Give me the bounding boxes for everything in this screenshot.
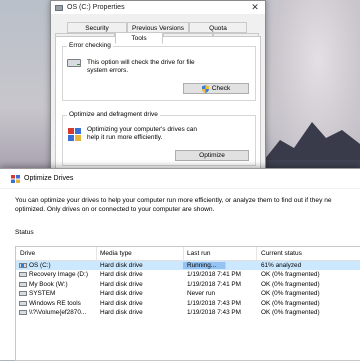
last-run: 1/19/2018 7:41 PM xyxy=(187,280,242,288)
table-row[interactable]: \\?\Volume{ef2870... Hard disk drive 1/19/… xyxy=(16,308,360,317)
column-divider[interactable] xyxy=(256,247,257,261)
windows-drive-icon xyxy=(19,263,27,268)
error-checking-heading: Error checking xyxy=(67,42,113,49)
column-divider[interactable] xyxy=(183,247,184,261)
drive-icon xyxy=(19,300,27,306)
media-type: Hard disk drive xyxy=(100,280,143,288)
drive-icon xyxy=(19,291,27,297)
tab-tools[interactable]: Tools xyxy=(115,32,163,44)
media-type: Hard disk drive xyxy=(100,262,143,269)
drive-name: SYSTEM xyxy=(29,290,56,298)
drive-name: My Book (W:) xyxy=(29,280,68,288)
description-line-1: You can optimize your drives to help you… xyxy=(15,197,332,204)
column-divider[interactable] xyxy=(96,247,97,261)
media-type: Hard disk drive xyxy=(100,308,143,316)
table-header: Drive Media type Last run Current status xyxy=(16,247,360,261)
media-type: Hard disk drive xyxy=(100,290,143,298)
tools-panel: Error checking This option will check th… xyxy=(55,36,261,169)
table-row[interactable]: OS (C:) Hard disk drive Running... 61% anal… xyxy=(16,261,360,271)
table-row[interactable]: SYSTEM Hard disk drive Never run OK (0% fra… xyxy=(16,289,360,298)
optimize-drives-window: Optimize Drives You can optimize your dr… xyxy=(0,168,360,361)
drive-icon xyxy=(19,281,27,287)
optimize-group: Optimize and defragment drive Optimizing… xyxy=(62,111,256,166)
optimize-heading: Optimize and defragment drive xyxy=(67,111,160,118)
media-type: Hard disk drive xyxy=(100,271,143,279)
properties-titlebar[interactable]: OS (C:) Properties ✕ xyxy=(51,1,265,14)
optimize-button-label: Optimize xyxy=(199,152,225,159)
last-run: Running... xyxy=(187,262,217,269)
column-drive[interactable]: Drive xyxy=(20,250,35,257)
error-checking-group: Error checking This option will check th… xyxy=(62,42,256,101)
drives-table: Drive Media type Last run Current status… xyxy=(15,246,360,361)
column-last-run[interactable]: Last run xyxy=(187,250,211,257)
drive-properties-dialog: OS (C:) Properties ✕ Security Previous V… xyxy=(50,0,266,172)
current-status: 61% analyzed xyxy=(261,262,302,269)
table-row[interactable]: Recovery Image (D:) Hard disk drive 1/19/2… xyxy=(16,270,360,279)
last-run: 1/19/2018 7:43 PM xyxy=(187,299,242,307)
column-current-status[interactable]: Current status xyxy=(261,250,302,257)
status-label: Status xyxy=(15,229,34,236)
table-body: OS (C:) Hard disk drive Running... 61% anal… xyxy=(16,261,360,317)
last-run: 1/19/2018 7:41 PM xyxy=(187,271,242,279)
drive-name: OS (C:) xyxy=(29,262,51,269)
optimize-text: Optimizing your computer's drives can he… xyxy=(87,126,197,141)
check-button-label: Check xyxy=(211,85,231,92)
defrag-icon xyxy=(68,128,81,141)
drive-icon xyxy=(19,272,27,278)
drive-name: \\?\Volume{ef2870... xyxy=(29,308,87,316)
optimize-titlebar[interactable]: Optimize Drives xyxy=(0,169,360,189)
optimize-title: Optimize Drives xyxy=(24,175,74,182)
current-status: OK (0% fragmented) xyxy=(261,299,320,307)
current-status: OK (0% fragmented) xyxy=(261,271,320,279)
current-status: OK (0% fragmented) xyxy=(261,290,320,298)
uac-shield-icon xyxy=(201,84,209,93)
drive-name: Recovery Image (D:) xyxy=(29,271,88,279)
tab-quota[interactable]: Quota xyxy=(189,22,247,33)
description-line-2: optimized. Only drives on or connected t… xyxy=(15,205,215,213)
properties-title: OS (C:) Properties xyxy=(67,4,125,11)
media-type: Hard disk drive xyxy=(100,299,143,307)
hard-drive-icon xyxy=(67,59,81,67)
optimize-description: You can optimize your drives to help you… xyxy=(15,197,360,214)
current-status: OK (0% fragmented) xyxy=(261,308,320,316)
drive-icon xyxy=(55,4,63,11)
optimize-button[interactable]: Optimize xyxy=(175,150,249,161)
table-row[interactable]: Windows RE tools Hard disk drive 1/19/2018… xyxy=(16,299,360,308)
last-run: Never run xyxy=(187,290,216,298)
current-status: OK (0% fragmented) xyxy=(261,280,320,288)
defrag-icon xyxy=(11,174,20,183)
last-run: 1/19/2018 7:43 PM xyxy=(187,308,242,316)
error-checking-text: This option will check the drive for fil… xyxy=(87,59,195,74)
close-icon[interactable]: ✕ xyxy=(245,2,265,13)
drive-name: Windows RE tools xyxy=(29,299,81,307)
column-media-type[interactable]: Media type xyxy=(100,250,132,257)
table-row[interactable]: My Book (W:) Hard disk drive 1/19/2018 7:4… xyxy=(16,280,360,289)
check-button[interactable]: Check xyxy=(183,83,249,94)
drive-icon xyxy=(19,309,27,315)
